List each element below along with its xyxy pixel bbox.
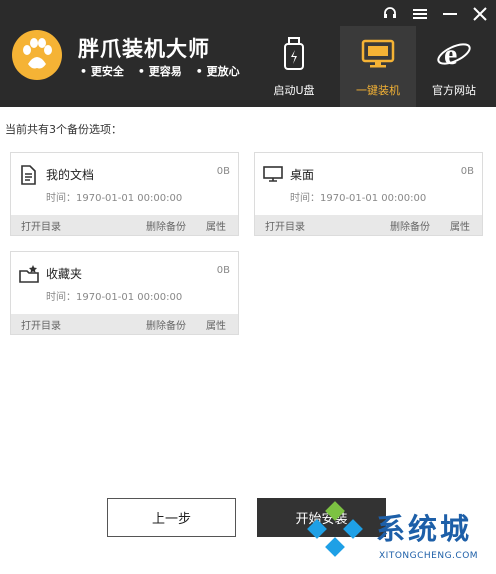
open-directory-link[interactable]: 打开目录 (21, 218, 61, 233)
taglines: 更安全 更容易 更放心 (80, 63, 240, 79)
support-headset-icon[interactable] (382, 6, 398, 22)
card-footer: 打开目录 删除备份 属性 (11, 215, 238, 235)
backup-name: 我的文档 (46, 168, 95, 182)
app-header: 胖爪装机大师 更安全 更容易 更放心 启动U盘 一键装机 e (0, 0, 496, 107)
close-icon[interactable] (472, 6, 488, 22)
open-directory-link[interactable]: 打开目录 (265, 218, 305, 233)
card-footer: 打开目录 删除备份 属性 (11, 314, 238, 334)
nav-usb-boot[interactable]: 启动U盘 (256, 26, 332, 107)
watermark-text: 系统城 (376, 512, 473, 546)
nav-label: 一键装机 (356, 84, 400, 97)
previous-step-button[interactable]: 上一步 (107, 498, 236, 537)
nav-label: 启动U盘 (273, 84, 315, 97)
backup-time: 时间：1970-01-01 00:00:00 (46, 292, 183, 303)
ie-browser-icon: e (434, 36, 474, 72)
usb-drive-icon (274, 36, 314, 72)
backup-card-desktop: 桌面 0B 时间：1970-01-01 00:00:00 打开目录 删除备份 属… (254, 152, 483, 236)
backup-summary: 当前共有3个备份选项： (5, 123, 122, 136)
backup-size: 0B (216, 265, 230, 276)
tagline: 更容易 (138, 63, 182, 79)
backup-size: 0B (216, 166, 230, 177)
watermark-logo-icon (307, 501, 363, 557)
backup-card-favorites: 收藏夹 0B 时间：1970-01-01 00:00:00 打开目录 删除备份 … (10, 251, 239, 335)
nav-one-click-install[interactable]: 一键装机 (340, 26, 416, 107)
delete-backup-link[interactable]: 删除备份 (146, 317, 186, 332)
watermark-url: XITONGCHENG.COM (379, 551, 479, 561)
tagline: 更放心 (196, 63, 240, 79)
backup-size: 0B (460, 166, 474, 177)
backup-name: 收藏夹 (46, 267, 83, 281)
delete-backup-link[interactable]: 删除备份 (390, 218, 430, 233)
tagline: 更安全 (80, 63, 124, 79)
window-controls (382, 6, 488, 22)
card-footer: 打开目录 删除备份 属性 (255, 215, 482, 235)
backup-card-documents: 我的文档 0B 时间：1970-01-01 00:00:00 打开目录 删除备份… (10, 152, 239, 236)
nav-official-site[interactable]: e 官方网站 (416, 26, 492, 107)
svg-text:e: e (444, 38, 457, 71)
backup-name: 桌面 (290, 168, 315, 182)
delete-backup-link[interactable]: 删除备份 (146, 218, 186, 233)
properties-link[interactable]: 属性 (206, 317, 226, 332)
watermark: 系统城 XITONGCHENG.COM (300, 500, 496, 574)
properties-link[interactable]: 属性 (206, 218, 226, 233)
paw-logo-icon (12, 30, 62, 80)
open-directory-link[interactable]: 打开目录 (21, 317, 61, 332)
minimize-icon[interactable] (442, 6, 458, 22)
backup-time: 时间：1970-01-01 00:00:00 (290, 193, 427, 204)
monitor-icon (358, 36, 398, 72)
properties-link[interactable]: 属性 (450, 218, 470, 233)
desktop-icon (263, 165, 283, 185)
backup-time: 时间：1970-01-01 00:00:00 (46, 193, 183, 204)
nav-label: 官方网站 (432, 84, 476, 97)
document-icon (19, 165, 39, 185)
menu-icon[interactable] (412, 6, 428, 22)
app-title: 胖爪装机大师 (78, 37, 210, 61)
favorites-folder-icon (19, 264, 39, 284)
